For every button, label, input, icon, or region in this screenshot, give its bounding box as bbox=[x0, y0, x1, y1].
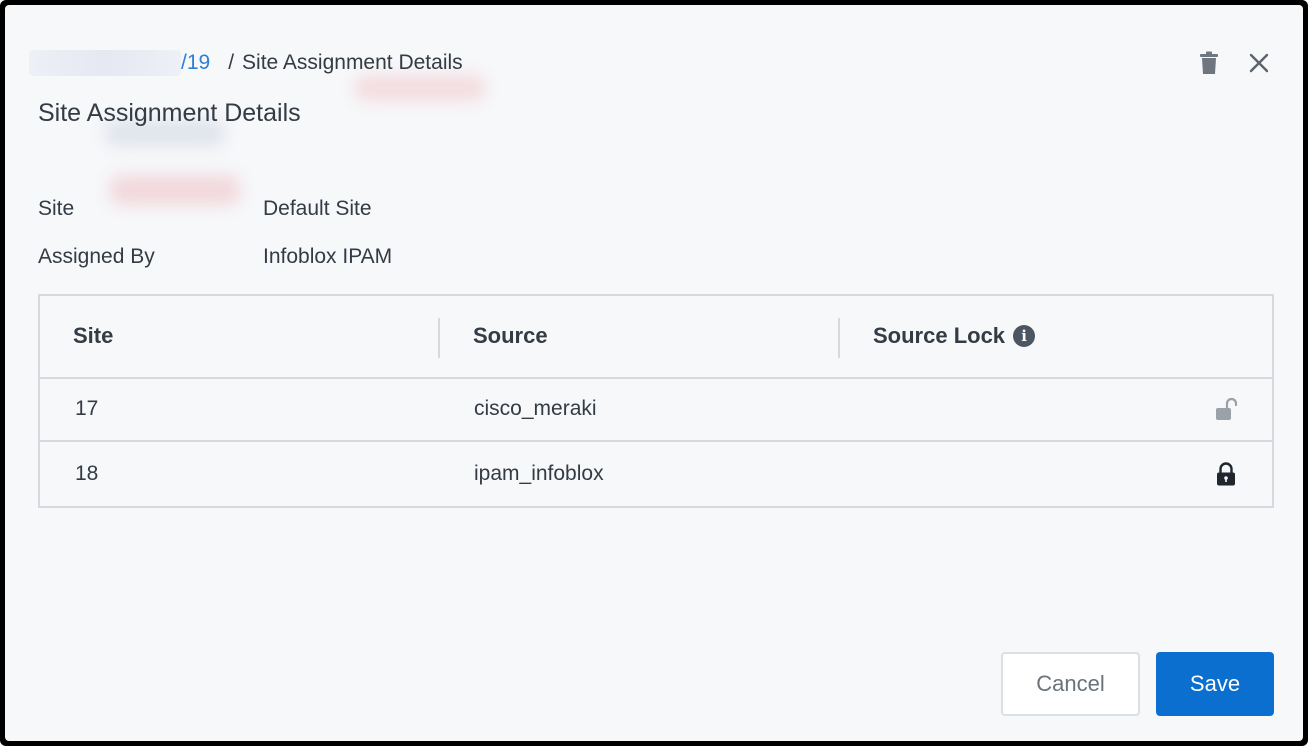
close-icon[interactable] bbox=[1247, 49, 1271, 77]
unlock-icon[interactable] bbox=[1214, 397, 1238, 423]
lock-icon[interactable] bbox=[1214, 462, 1238, 488]
breadcrumb-parent-link[interactable]: /19 bbox=[181, 51, 210, 75]
table-row[interactable]: 17 cisco_meraki bbox=[40, 379, 1272, 442]
info-icon[interactable]: i bbox=[1013, 325, 1036, 347]
header-actions bbox=[1197, 49, 1271, 77]
column-header-label: Site bbox=[73, 323, 114, 348]
cancel-button[interactable]: Cancel bbox=[1001, 652, 1140, 716]
breadcrumb-separator: / bbox=[228, 51, 235, 74]
detail-label: Site bbox=[38, 197, 75, 220]
table-header: Site Source Source Lock i bbox=[40, 296, 1272, 379]
page-title: Site Assignment Details bbox=[38, 99, 301, 127]
breadcrumb-current: Site Assignment Details bbox=[242, 51, 463, 74]
redacted-breadcrumb-segment bbox=[29, 50, 181, 76]
column-divider[interactable] bbox=[438, 318, 440, 358]
column-header-label: Source bbox=[473, 323, 548, 348]
detail-value: Infoblox IPAM bbox=[263, 245, 393, 268]
column-header-source[interactable]: Source bbox=[473, 323, 548, 349]
cell-site: 17 bbox=[75, 397, 99, 420]
site-assignment-dialog: /19 / Site Assignment Details Site Assig… bbox=[5, 5, 1303, 741]
cell-site: 18 bbox=[75, 462, 99, 485]
column-header-source-lock[interactable]: Source Lock i bbox=[873, 323, 1036, 349]
blurred-background bbox=[355, 75, 485, 101]
save-button[interactable]: Save bbox=[1156, 652, 1274, 716]
cell-source: ipam_infoblox bbox=[474, 462, 604, 485]
detail-value: Default Site bbox=[263, 197, 372, 220]
trash-icon[interactable] bbox=[1197, 49, 1221, 77]
breadcrumb: /19 / Site Assignment Details bbox=[29, 49, 463, 77]
column-header-site[interactable]: Site bbox=[73, 323, 113, 349]
detail-label: Assigned By bbox=[38, 245, 155, 268]
site-source-table: Site Source Source Lock i 17 cisco_merak… bbox=[38, 294, 1274, 508]
column-divider[interactable] bbox=[838, 318, 840, 358]
cell-source: cisco_meraki bbox=[474, 397, 597, 420]
column-header-label: Source Lock bbox=[873, 323, 1006, 348]
window-frame: /19 / Site Assignment Details Site Assig… bbox=[0, 0, 1308, 746]
table-row[interactable]: 18 ipam_infoblox bbox=[40, 444, 1272, 507]
